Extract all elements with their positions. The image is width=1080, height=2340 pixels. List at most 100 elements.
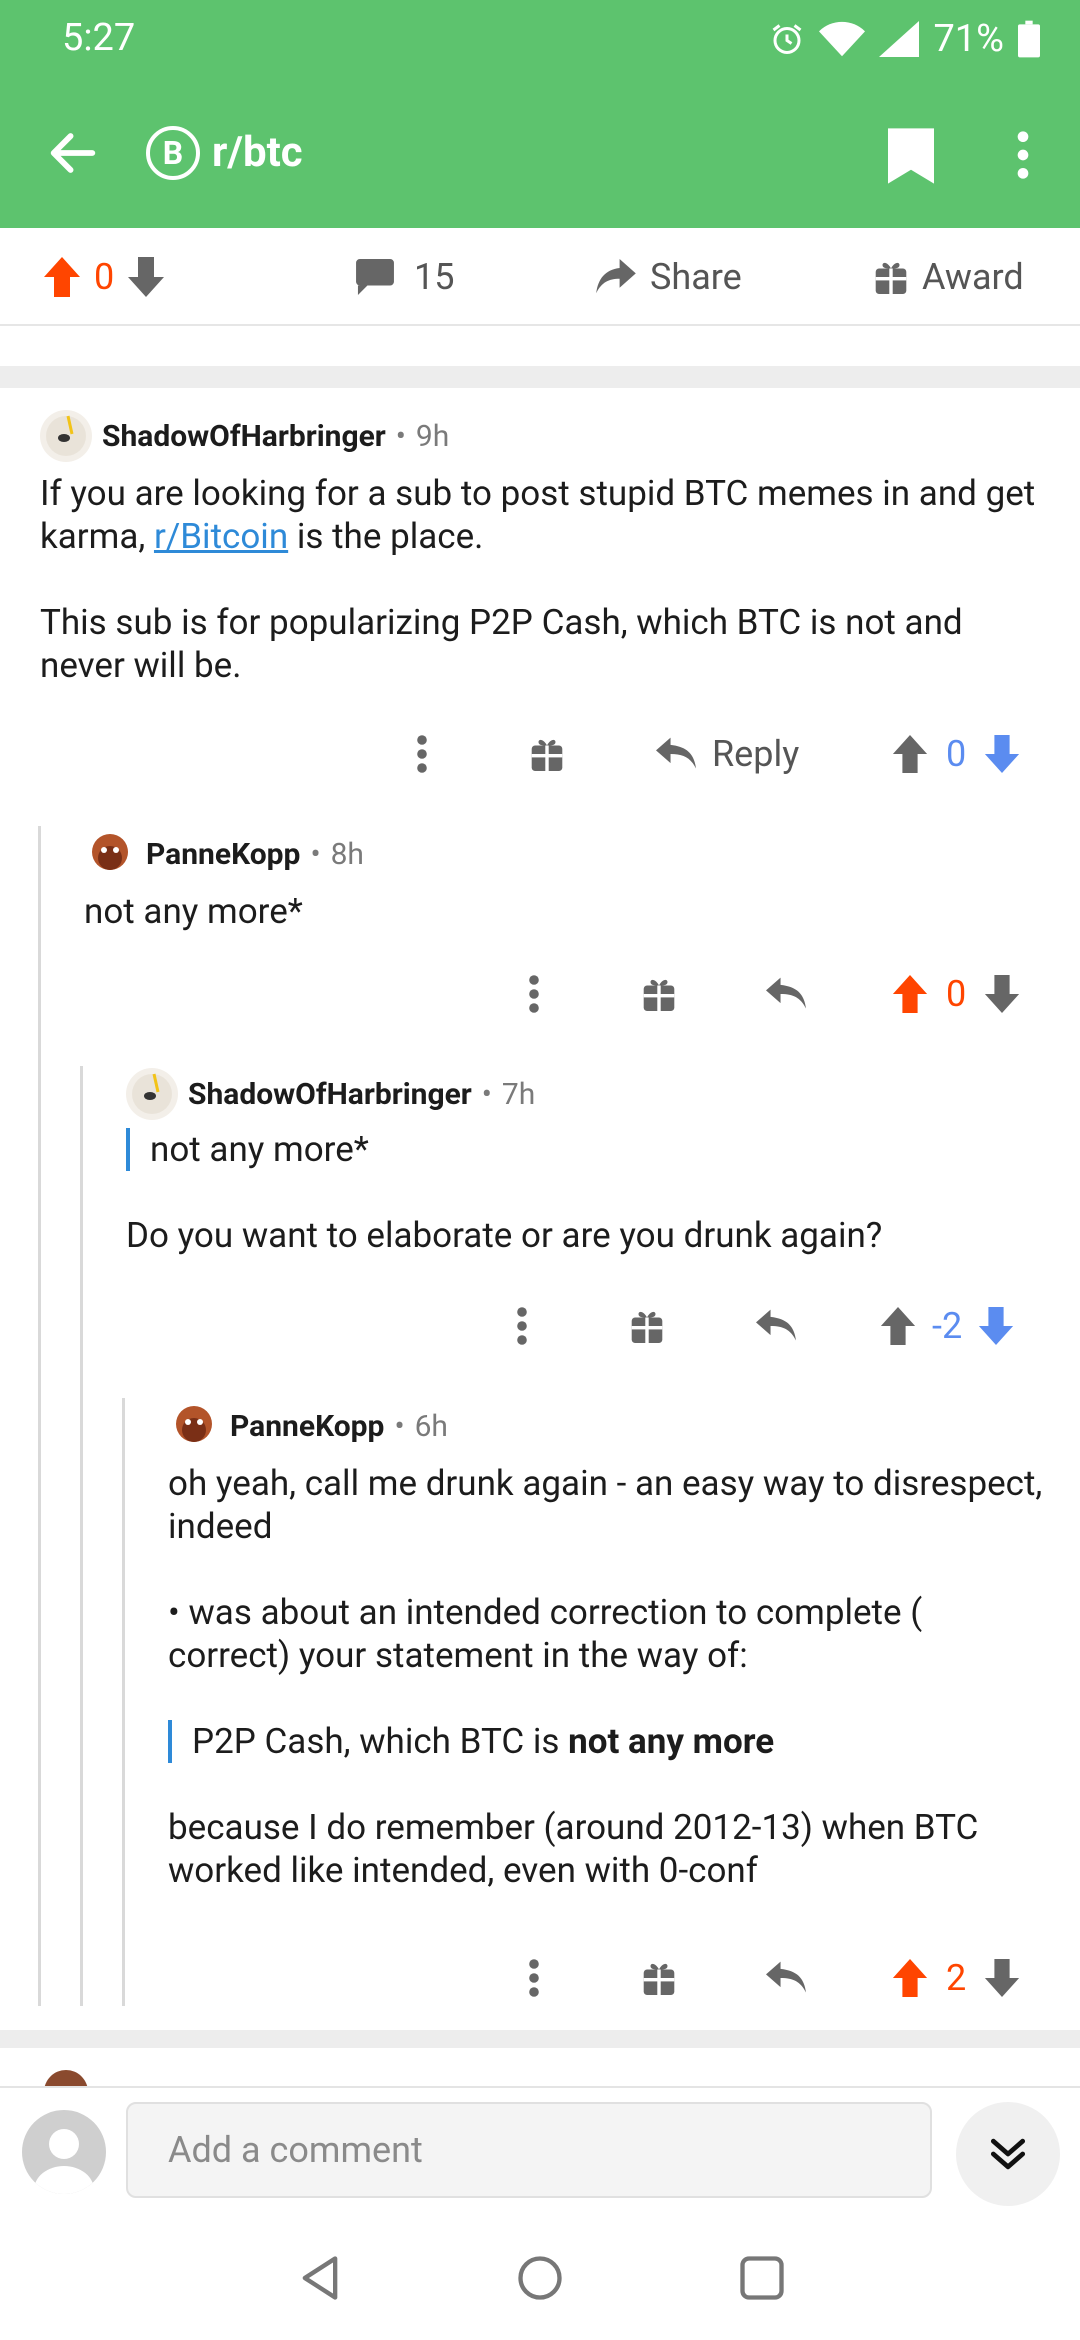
comment-meta: ShadowOfHarbringer • 7h: [126, 1068, 535, 1120]
upvote-icon[interactable]: [892, 1959, 928, 1997]
comment-actions: Reply 0: [0, 728, 1080, 780]
comment-more-button[interactable]: [416, 728, 428, 780]
comment-vote-group: 0: [892, 968, 1020, 1020]
quote-block: not any more*: [126, 1128, 1046, 1171]
upvote-icon[interactable]: [892, 735, 928, 773]
jump-next-button[interactable]: [956, 2102, 1060, 2206]
subreddit-title[interactable]: r/btc: [212, 128, 303, 177]
bookmark-icon[interactable]: [888, 128, 934, 184]
comment-author[interactable]: PanneKopp: [146, 837, 300, 872]
upvote-icon[interactable]: [44, 257, 80, 297]
avatar[interactable]: [126, 1068, 178, 1120]
comment-score: 0: [946, 733, 967, 775]
battery-percent: 71%: [933, 17, 1004, 61]
more-vertical-icon: [417, 735, 427, 773]
thread-line: [122, 1398, 125, 2006]
share-label: Share: [650, 256, 742, 298]
quote-block: P2P Cash, which BTC is not any more: [168, 1720, 1048, 1763]
signal-icon: [879, 21, 920, 57]
downvote-icon[interactable]: [984, 735, 1020, 773]
back-arrow-icon[interactable]: [44, 124, 102, 182]
comment-author[interactable]: PanneKopp: [230, 1409, 384, 1444]
avatar[interactable]: [84, 828, 136, 880]
comment-bubble-icon: [356, 259, 394, 295]
reply-label: Reply: [712, 733, 800, 775]
comment-vote-group: -2: [880, 1300, 1014, 1352]
comment-body: oh yeah, call me drunk again - an easy w…: [168, 1462, 1048, 1892]
nav-recents-icon[interactable]: [736, 2252, 788, 2304]
more-vertical-icon: [529, 1959, 539, 1997]
gift-icon: [631, 1311, 663, 1343]
subreddit-icon: B: [146, 126, 200, 180]
downvote-icon[interactable]: [984, 975, 1020, 1013]
comment-meta: ShadowOfHarbringer • 9h: [40, 410, 449, 462]
comment-more-button[interactable]: [528, 1952, 540, 2004]
upvote-icon[interactable]: [892, 975, 928, 1013]
battery-icon: [1018, 20, 1040, 58]
comment-score: -2: [932, 1305, 963, 1347]
comment-time: 7h: [501, 1076, 536, 1112]
comments-count: 15: [414, 256, 455, 298]
comment-more-button[interactable]: [528, 968, 540, 1020]
reply-icon: [656, 737, 696, 769]
comment-score: 2: [946, 1957, 967, 1999]
double-chevron-down-icon: [990, 2138, 1026, 2170]
share-button[interactable]: Share: [596, 252, 742, 302]
comment-actions: 0: [0, 968, 1080, 1020]
nav-back-icon[interactable]: [294, 2252, 346, 2304]
downvote-icon[interactable]: [984, 1959, 1020, 1997]
reply-icon: [756, 1309, 796, 1341]
comment-vote-group: 0: [892, 728, 1020, 780]
post-score: 0: [94, 256, 115, 298]
thread-line: [80, 1066, 83, 2006]
comment-meta: PanneKopp • 6h: [168, 1400, 448, 1452]
wifi-icon: [819, 21, 866, 57]
post-vote-group: 0: [44, 252, 165, 302]
user-avatar[interactable]: [22, 2110, 106, 2194]
comment-time: 9h: [415, 418, 450, 454]
system-nav-bar: [0, 2216, 1080, 2340]
comment-more-button[interactable]: [516, 1300, 528, 1352]
comment-score: 0: [946, 973, 967, 1015]
more-vertical-icon: [517, 1307, 527, 1345]
app-bar: B r/btc: [0, 80, 1080, 228]
section-divider: [0, 366, 1080, 388]
comment-reply-button[interactable]: [766, 1952, 806, 2004]
alarm-icon: [773, 24, 802, 54]
subreddit-link[interactable]: r/Bitcoin: [154, 516, 288, 557]
downvote-icon[interactable]: [978, 1307, 1014, 1345]
comment-actions: -2: [0, 1300, 1080, 1352]
avatar[interactable]: [40, 410, 92, 462]
more-vertical-icon: [529, 975, 539, 1013]
avatar[interactable]: [168, 1400, 220, 1452]
comments-count-button[interactable]: 15: [356, 252, 454, 302]
comment-reply-button[interactable]: Reply: [656, 728, 799, 780]
award-label: Award: [922, 256, 1024, 298]
comment-body: If you are looking for a sub to post stu…: [40, 473, 1036, 686]
comment-award-button[interactable]: [530, 728, 564, 780]
comment-award-button[interactable]: [642, 968, 676, 1020]
comment-actions: 2: [0, 1952, 1080, 2004]
next-comment-peek: [40, 2066, 92, 2086]
comment-body: not any more*: [84, 891, 303, 932]
comment-reply-button[interactable]: [756, 1300, 796, 1352]
add-comment-input[interactable]: Add a comment: [126, 2102, 932, 2198]
more-options-icon[interactable]: [1005, 130, 1041, 180]
gift-icon: [643, 979, 675, 1011]
comment-vote-group: 2: [892, 1952, 1020, 2004]
comment-author[interactable]: ShadowOfHarbringer: [102, 419, 386, 454]
comment-compose-bar: Add a comment: [0, 2086, 1080, 2216]
comment-author[interactable]: ShadowOfHarbringer: [188, 1077, 472, 1112]
award-button[interactable]: Award: [874, 252, 1024, 302]
comment-award-button[interactable]: [630, 1300, 664, 1352]
comment-time: 6h: [414, 1408, 448, 1444]
gift-icon: [531, 739, 563, 771]
downvote-icon[interactable]: [128, 257, 165, 297]
upvote-icon[interactable]: [880, 1307, 916, 1345]
section-divider: [0, 2030, 1080, 2048]
comment-award-button[interactable]: [642, 1952, 676, 2004]
comment-reply-button[interactable]: [766, 968, 806, 1020]
reply-icon: [766, 977, 806, 1009]
nav-home-icon[interactable]: [514, 2252, 566, 2304]
status-time: 5:27: [62, 16, 136, 60]
